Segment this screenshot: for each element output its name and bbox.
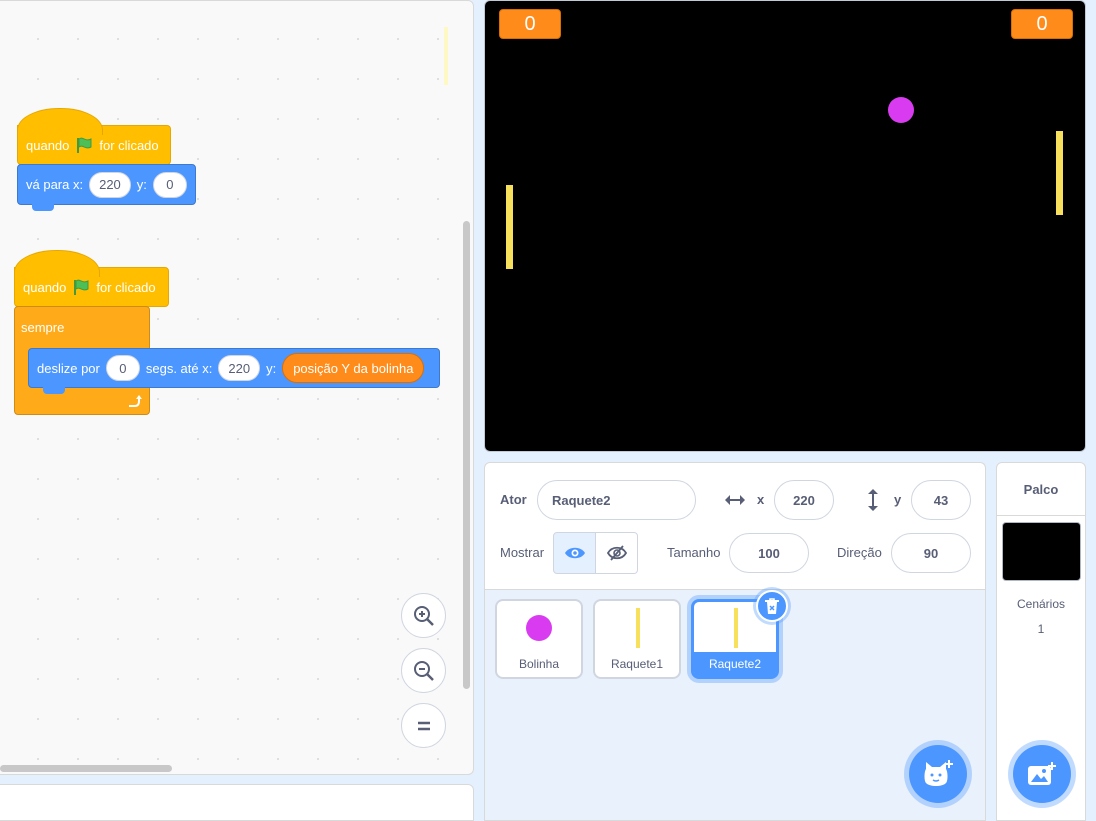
glide-to-xy-block[interactable]: deslize por 0 segs. até x: 220 y: posiçã…	[28, 348, 440, 394]
horizontal-arrows-icon	[725, 495, 745, 505]
sprite-tile-label: Raquete2	[694, 652, 776, 676]
paddle-thumbnail	[734, 608, 738, 648]
show-hidden-button[interactable]	[595, 532, 638, 574]
delete-sprite-button[interactable]	[756, 590, 788, 622]
size-input[interactable]: 100	[729, 533, 809, 573]
zoom-reset-icon	[417, 721, 430, 730]
zoom-in-button[interactable]	[401, 593, 446, 638]
hat-clicked-text: for clicado	[99, 137, 159, 153]
goto-y-input[interactable]: 0	[152, 171, 187, 198]
image-plus-icon	[1028, 762, 1056, 785]
zoom-out-icon	[413, 660, 434, 681]
x-label: x	[757, 492, 765, 507]
goto-x-input[interactable]: 220	[89, 171, 131, 198]
sprite-tile-label: Bolinha	[518, 657, 560, 671]
ball-y-position-reporter[interactable]: posição Y da bolinha	[282, 353, 425, 383]
sprite-info-panel: Ator Raquete2 x 220 y 43 Mostrar Tamanho…	[484, 462, 986, 589]
glide-label: deslize por	[37, 360, 100, 376]
sprite-label: Ator	[500, 492, 527, 507]
paddle-right-sprite[interactable]	[1056, 131, 1063, 215]
show-label: Mostrar	[500, 545, 545, 560]
glide-x-input[interactable]: 220	[218, 355, 261, 381]
glide-secs-input[interactable]: 0	[105, 355, 140, 381]
choose-backdrop-button[interactable]	[1013, 745, 1071, 803]
code-workspace[interactable]: quando for clicado vá para x: 220 y: 0 q…	[0, 0, 474, 775]
sprite-tile-label: Raquete1	[610, 657, 664, 671]
glide-y-label: y:	[266, 360, 277, 376]
stage[interactable]: 0 0	[484, 0, 1086, 452]
sprite-tile-raquete1[interactable]: Raquete1	[593, 599, 681, 679]
ball-sprite[interactable]	[888, 97, 914, 123]
glide-to-label: segs. até x:	[145, 360, 213, 376]
stage-thumbnail[interactable]	[1002, 522, 1081, 581]
paddle-left-sprite[interactable]	[506, 185, 513, 269]
eye-icon	[564, 547, 585, 559]
goto-y-label: y:	[136, 177, 147, 192]
green-flag-icon	[77, 137, 92, 153]
ball-thumbnail	[526, 615, 552, 641]
vertical-arrows-icon	[868, 489, 878, 511]
hat-when-text: quando	[26, 137, 70, 153]
green-flag-icon	[74, 279, 89, 295]
zoom-out-button[interactable]	[401, 648, 446, 693]
backdrops-count: 1	[1037, 622, 1045, 636]
direction-input[interactable]: 90	[891, 533, 971, 573]
sprite-name-input[interactable]: Raquete2	[537, 480, 696, 520]
choose-sprite-button[interactable]	[909, 745, 967, 803]
zoom-reset-button[interactable]	[401, 703, 446, 748]
show-visible-button[interactable]	[553, 532, 596, 574]
goto-label: vá para x:	[26, 177, 84, 192]
sprite-tile-bolinha[interactable]: Bolinha	[495, 599, 583, 679]
when-flag-clicked-block[interactable]: quando for clicado	[17, 108, 171, 165]
vertical-scrollbar[interactable]	[463, 221, 470, 689]
size-label: Tamanho	[667, 545, 721, 560]
y-input[interactable]: 43	[911, 480, 971, 520]
loop-arrow-icon	[129, 395, 142, 407]
comment-marker	[444, 27, 448, 85]
score-left: 0	[499, 9, 561, 39]
cat-plus-icon	[924, 760, 953, 786]
trash-icon	[765, 598, 779, 614]
forever-label: sempre	[21, 320, 65, 335]
backdrops-label: Cenários	[1016, 597, 1066, 611]
x-input[interactable]: 220	[774, 480, 834, 520]
direction-label: Direção	[837, 545, 882, 560]
score-right: 0	[1011, 9, 1073, 39]
when-flag-clicked-block-2[interactable]: quando for clicado	[14, 250, 169, 307]
code-bottom-bar	[0, 784, 474, 821]
horizontal-scrollbar[interactable]	[0, 765, 172, 772]
paddle-thumbnail	[636, 608, 640, 648]
stage-panel-title: Palco	[997, 463, 1085, 516]
y-label: y	[894, 492, 902, 507]
goto-xy-block[interactable]: vá para x: 220 y: 0	[17, 164, 196, 211]
zoom-in-icon	[413, 605, 434, 626]
hat-when-text-2: quando	[23, 279, 67, 295]
hat-clicked-text-2: for clicado	[96, 279, 156, 295]
eye-slash-icon	[606, 545, 627, 561]
